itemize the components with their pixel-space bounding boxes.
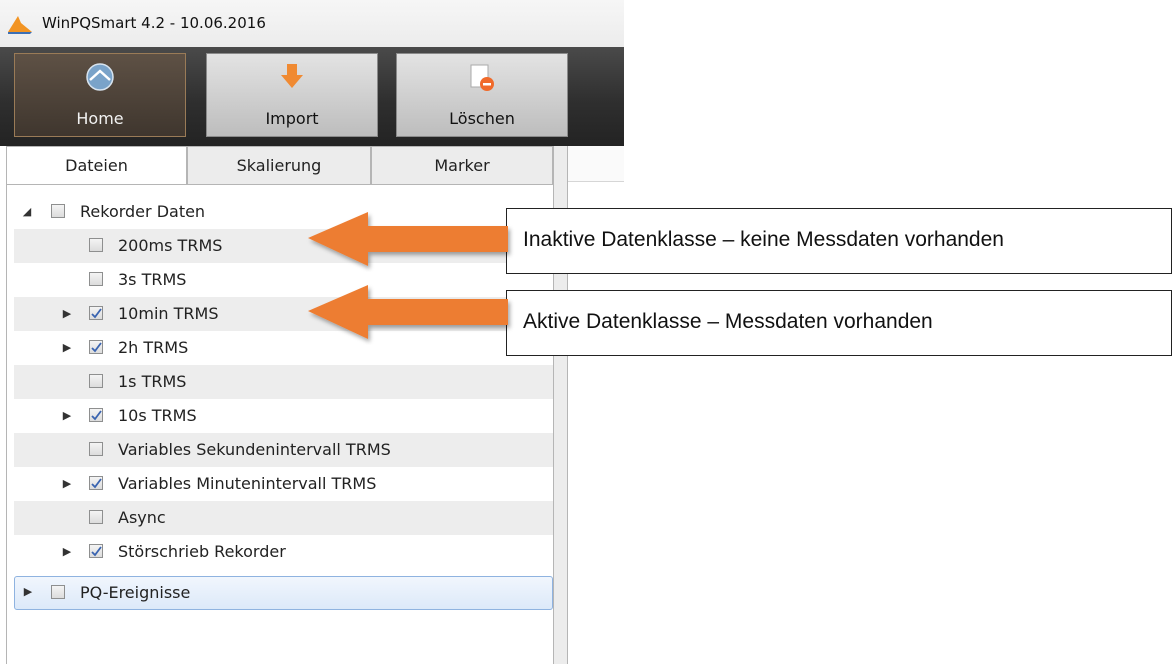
expand-triangle-icon[interactable]: ▶ [60,399,74,433]
delete-file-icon [468,62,496,96]
callout-active-class: Aktive Datenklasse – Messdaten vorhanden [506,290,1172,356]
tree-node-stoerschrieb-rekorder[interactable]: ▶ Störschrieb Rekorder [14,535,553,569]
checkbox-async[interactable] [89,510,103,524]
callout-inactive-class: Inaktive Datenklasse – keine Messdaten v… [506,208,1172,274]
right-pane-header [568,146,624,181]
app-logo-icon [6,14,34,38]
delete-label: Löschen [449,109,515,128]
checkmark-icon [91,342,102,353]
checkbox-1s-trms[interactable] [89,374,103,388]
window-title: WinPQSmart 4.2 - 10.06.2016 [42,14,266,32]
checkbox-3s-trms[interactable] [89,272,103,286]
home-button[interactable]: Home [14,53,186,137]
checkbox-pq-ereignisse[interactable] [51,585,65,599]
expand-triangle-icon[interactable]: ▶ [60,535,74,569]
arrow-left-icon [308,285,508,339]
checkbox-200ms-trms[interactable] [89,238,103,252]
tree-node-label: Variables Minutenintervall TRMS [118,474,377,493]
tree-node-label: 10min TRMS [118,304,219,323]
checkbox-rekorder-daten[interactable] [51,204,65,218]
arrow-left-icon [308,212,508,266]
checkbox-10min-trms[interactable] [89,306,103,320]
home-label: Home [76,109,124,128]
tree-node-label: 200ms TRMS [118,236,223,255]
home-icon [85,62,115,96]
toolbar: Home Import Löschen [0,47,624,146]
tree-node-label: Störschrieb Rekorder [118,542,286,561]
checkmark-icon [91,546,102,557]
checkbox-10s-trms[interactable] [89,408,103,422]
checkbox-variables-minutenintervall[interactable] [89,476,103,490]
delete-button[interactable]: Löschen [396,53,568,137]
tab-strip: Dateien Skalierung Marker [6,146,553,184]
tree-node-label: 1s TRMS [118,372,187,391]
tree-node-label: Variables Sekundenintervall TRMS [118,440,391,459]
collapse-triangle-icon[interactable]: ◢ [20,195,34,229]
tree-node-label: PQ-Ereignisse [80,583,191,602]
expand-triangle-icon[interactable]: ▶ [60,297,74,331]
tree-node-label: 2h TRMS [118,338,189,357]
checkbox-variables-sekundenintervall[interactable] [89,442,103,456]
right-pane-divider [568,181,624,182]
expand-triangle-icon[interactable]: ▶ [21,576,35,610]
title-bar: WinPQSmart 4.2 - 10.06.2016 [0,0,624,47]
import-arrow-icon [279,62,305,96]
tree-node-10s-trms[interactable]: ▶ 10s TRMS [14,399,553,433]
tree-node-pq-ereignisse[interactable]: ▶ PQ-Ereignisse [14,576,553,610]
tab-marker[interactable]: Marker [371,146,553,184]
checkmark-icon [91,478,102,489]
checkbox-stoerschrieb-rekorder[interactable] [89,544,103,558]
checkmark-icon [91,410,102,421]
tab-dateien[interactable]: Dateien [6,146,187,184]
import-button[interactable]: Import [206,53,378,137]
callout-active-text: Aktive Datenklasse – Messdaten vorhanden [523,310,933,333]
import-label: Import [265,109,319,128]
tree-node-label: Async [118,508,166,527]
checkbox-2h-trms[interactable] [89,340,103,354]
tree-node-label: 10s TRMS [118,406,197,425]
expand-triangle-icon[interactable]: ▶ [60,331,74,365]
tree-node-async[interactable]: Async [14,501,553,535]
tree-node-variables-minutenintervall[interactable]: ▶ Variables Minutenintervall TRMS [14,467,553,501]
tree-node-label: 3s TRMS [118,270,187,289]
tree-node-variables-sekundenintervall[interactable]: Variables Sekundenintervall TRMS [14,433,553,467]
tree-node-label: Rekorder Daten [80,202,206,221]
checkmark-icon [91,308,102,319]
callout-inactive-text: Inaktive Datenklasse – keine Messdaten v… [523,228,1004,251]
tab-skalierung[interactable]: Skalierung [187,146,371,184]
expand-triangle-icon[interactable]: ▶ [60,467,74,501]
tree-node-1s-trms[interactable]: 1s TRMS [14,365,553,399]
